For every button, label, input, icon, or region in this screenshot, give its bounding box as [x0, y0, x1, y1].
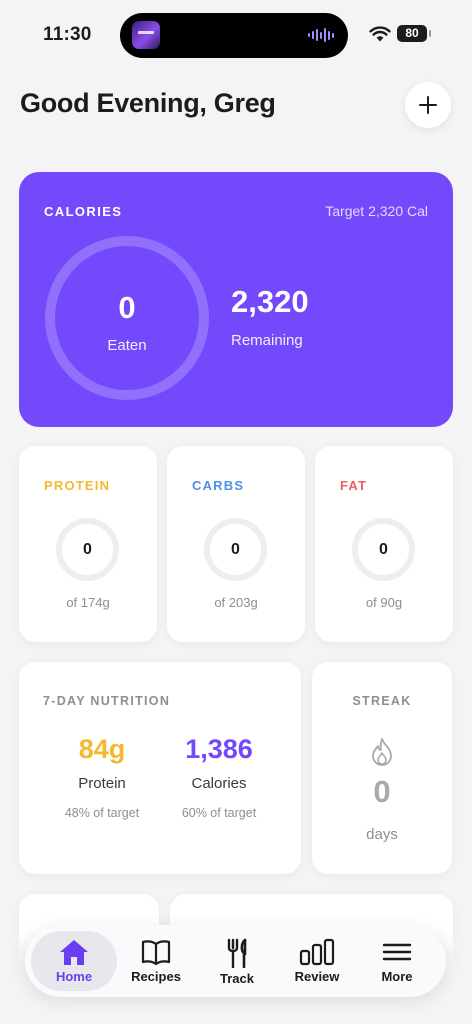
streak-card[interactable]: STREAK 0 days — [312, 662, 452, 874]
weekly-calories-value: 1,386 — [185, 734, 253, 764]
utensils-icon — [227, 938, 247, 968]
protein-label: PROTEIN — [44, 478, 111, 493]
weekly-calories-label: Calories — [191, 775, 247, 792]
tab-track-label: Track — [220, 971, 254, 986]
dynamic-island[interactable] — [120, 13, 348, 58]
menu-icon — [382, 943, 412, 961]
weekly-protein: 84g Protein 48% of target — [42, 734, 162, 820]
fat-target: of 90g — [365, 595, 403, 610]
tab-review-label: Review — [294, 969, 340, 984]
tab-recipes[interactable]: Recipes — [113, 931, 199, 991]
streak-value: 0 — [373, 774, 391, 809]
weekly-protein-percent: 48% of target — [64, 806, 140, 820]
add-button[interactable] — [405, 82, 451, 128]
calories-eaten-label: Eaten — [107, 337, 147, 354]
calories-progress-ring: 0 Eaten — [45, 236, 209, 400]
calories-remaining-value: 2,320 — [231, 284, 309, 319]
fat-label: FAT — [340, 478, 368, 493]
weekly-protein-value: 84g — [78, 734, 126, 764]
weekly-calories: 1,386 Calories 60% of target — [159, 734, 279, 820]
calories-eaten-value: 0 — [118, 290, 136, 325]
tab-home[interactable]: Home — [31, 931, 117, 991]
carbs-target: of 203g — [214, 595, 258, 610]
calories-target: Target 2,320 Cal — [325, 203, 428, 219]
tab-review[interactable]: Review — [274, 931, 360, 991]
tab-more[interactable]: More — [354, 931, 440, 991]
battery-indicator: 80 — [397, 25, 431, 42]
protein-card[interactable]: PROTEIN 0 of 174g — [19, 446, 157, 642]
flame-icon — [372, 738, 392, 766]
calories-remaining-label: Remaining — [231, 332, 303, 349]
wifi-icon — [369, 26, 391, 42]
status-time: 11:30 — [43, 24, 92, 45]
greeting-title: Good Evening, Greg — [20, 88, 276, 118]
protein-progress-ring: 0 — [56, 518, 119, 581]
protein-target: of 174g — [66, 595, 110, 610]
streak-title: STREAK — [352, 694, 412, 708]
streak-label: days — [366, 826, 398, 843]
bottom-tab-bar: Home Recipes Track Review More — [25, 925, 446, 997]
now-playing-artwork — [132, 21, 160, 49]
tab-recipes-label: Recipes — [131, 969, 181, 984]
weekly-nutrition-card[interactable]: 7-DAY NUTRITION 84g Protein 48% of targe… — [19, 662, 301, 874]
calories-title: CALORIES — [44, 204, 123, 219]
tab-more-label: More — [381, 969, 413, 984]
tab-home-label: Home — [55, 969, 93, 984]
fat-progress-ring: 0 — [352, 518, 415, 581]
weekly-nutrition-title: 7-DAY NUTRITION — [43, 694, 171, 708]
carbs-card[interactable]: CARBS 0 of 203g — [167, 446, 305, 642]
calories-card[interactable]: CALORIES Target 2,320 Cal 0 Eaten 2,320 … — [19, 172, 453, 427]
home-icon — [60, 940, 88, 965]
carbs-label: CARBS — [192, 478, 245, 493]
carbs-progress-ring: 0 — [204, 518, 267, 581]
bar-chart-icon — [299, 938, 335, 966]
fat-card[interactable]: FAT 0 of 90g — [315, 446, 453, 642]
weekly-protein-label: Protein — [78, 775, 126, 792]
tab-track[interactable]: Track — [194, 931, 280, 991]
app-screen: 11:30 80 Good Evening, Greg CALORIES Tar… — [0, 0, 472, 1024]
plus-icon — [419, 96, 437, 114]
book-icon — [141, 940, 171, 966]
weekly-calories-percent: 60% of target — [181, 806, 257, 820]
audio-waveform-icon — [308, 28, 334, 42]
